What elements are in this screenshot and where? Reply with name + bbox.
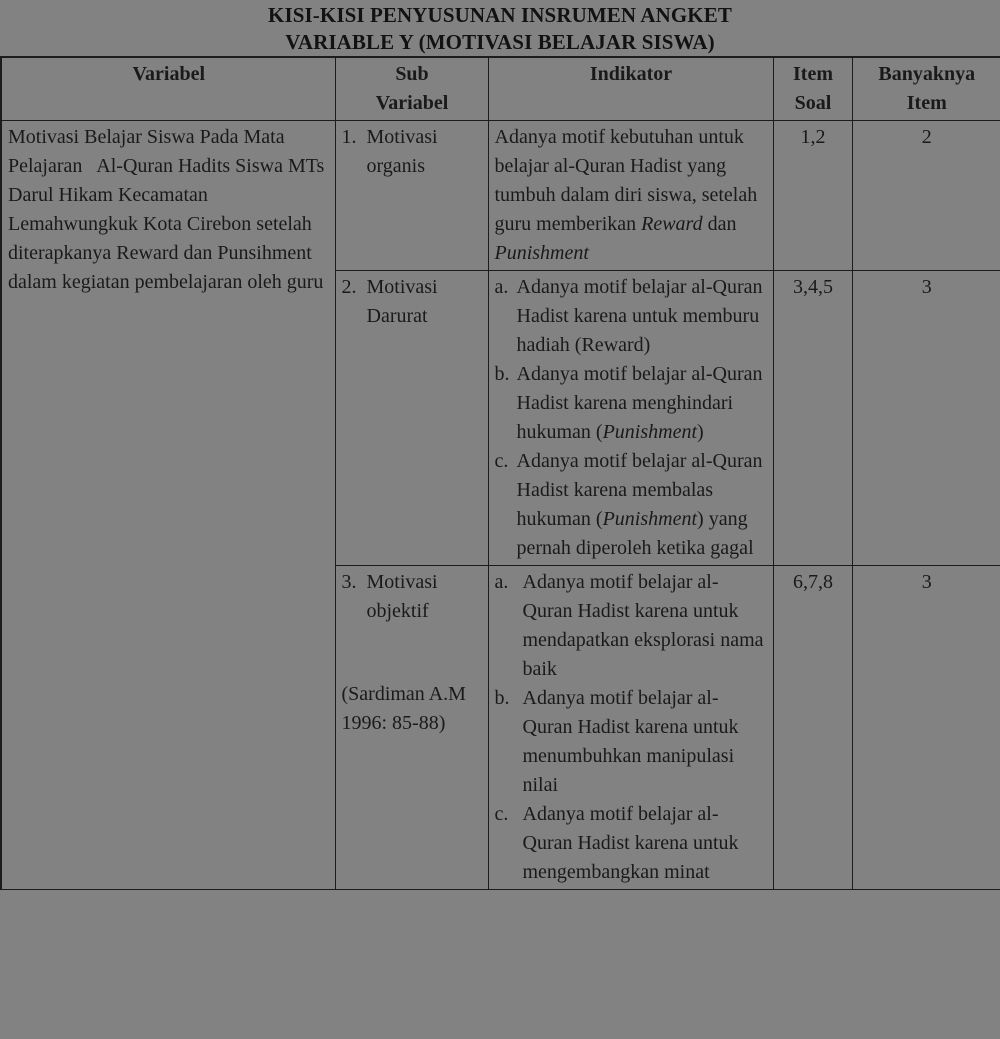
indikator-2-mark-b: b. — [494, 363, 510, 385]
indikator-2-b-emphasis: Punishment — [602, 421, 698, 443]
indikator-2-c-emphasis: Punishment — [602, 508, 698, 530]
sub-variabel-number-1: 1. — [341, 126, 357, 148]
cell-sub-variabel-1: 1. Motivasi organis — [334, 120, 489, 271]
cell-indikator-2: a. Adanya motif belajar al-Quran Hadist … — [487, 270, 774, 566]
page-title-line-1: KISI-KISI PENYUSUNAN INSRUMEN ANGKET — [268, 3, 732, 27]
column-header-indikator: Indikator — [487, 56, 774, 121]
indikator-2-mark-c: c. — [494, 450, 509, 472]
cell-indikator-3: a. Adanya motif belajar al-Quran Hadist … — [487, 565, 774, 890]
list-item: a. Adanya motif belajar al-Quran Hadist … — [495, 273, 768, 360]
cell-banyaknya-item-2: 3 — [851, 270, 1000, 566]
column-header-variabel: Variabel — [0, 56, 336, 121]
table-header: Variabel Sub Variabel Indikator Item Soa… — [0, 56, 1000, 121]
sub-variabel-label-2: Motivasi Darurat — [366, 276, 443, 327]
list-item: a. Adanya motif belajar al-Quran Hadist … — [495, 568, 768, 684]
sub-variabel-list-2: 2. Motivasi Darurat — [342, 273, 483, 331]
kisi-kisi-table: Variabel Sub Variabel Indikator Item Soa… — [0, 56, 1000, 890]
cell-banyaknya-item-3: 3 — [851, 565, 1000, 890]
table-header-row: Variabel Sub Variabel Indikator Item Soa… — [0, 56, 1000, 121]
table-body: Motivasi Belajar Siswa Pada Mata Pelajar… — [0, 120, 1000, 890]
indikator-2-mark-a: a. — [494, 276, 509, 298]
list-item: b. Adanya motif belajar al-Quran Hadist … — [495, 684, 768, 800]
cell-item-soal-3: 6,7,8 — [772, 565, 853, 890]
indikator-2-body-c: Adanya motif belajar al-Quran Hadist kar… — [517, 447, 768, 563]
cell-item-soal-1: 1,2 — [772, 120, 853, 271]
indikator-2-b-part-b: ) — [697, 421, 704, 443]
indikator-3-mark-b: b. — [494, 687, 510, 709]
column-header-item-soal: Item Soal — [772, 56, 853, 121]
indikator-2-body-a: Adanya motif belajar al-Quran Hadist kar… — [517, 273, 768, 360]
page-title: KISI-KISI PENYUSUNAN INSRUMEN ANGKET VAR… — [0, 0, 1000, 56]
indikator-1-part-b: dan — [702, 213, 742, 235]
cell-item-soal-2: 3,4,5 — [772, 270, 853, 566]
cell-variabel: Motivasi Belajar Siswa Pada Mata Pelajar… — [0, 120, 336, 890]
sub-variabel-list-1: 1. Motivasi organis — [342, 123, 483, 181]
sub-variabel-source-citation: (Sardiman A.M 1996: 85-88) — [341, 683, 471, 734]
cell-sub-variabel-2: 2. Motivasi Darurat — [334, 270, 489, 566]
indikator-2-a-part-a: Adanya motif belajar al-Quran Hadist kar… — [516, 276, 768, 356]
column-header-sub-variabel-line-2: Variabel — [375, 92, 449, 114]
sub-variabel-number-2: 2. — [341, 276, 357, 298]
column-header-item-soal-line-1: Item — [793, 63, 833, 85]
column-header-banyaknya-item: Banyaknya Item — [851, 56, 1000, 121]
sub-variabel-label-3: Motivasi objektif — [366, 571, 443, 622]
column-header-banyaknya-item-line-1: Banyaknya — [878, 63, 976, 85]
cell-sub-variabel-3: 3. Motivasi objektif (Sardiman A.M 1996:… — [334, 565, 489, 890]
list-item: 3. Motivasi objektif — [342, 568, 483, 626]
indikator-1-emphasis-punishment: Punishment — [494, 242, 589, 264]
indikator-3-body-b: Adanya motif belajar al-Quran Hadist kar… — [522, 687, 744, 796]
list-item: c. Adanya motif belajar al-Quran Hadist … — [495, 447, 768, 563]
column-header-item-soal-line-2: Soal — [794, 92, 832, 114]
table-row: Motivasi Belajar Siswa Pada Mata Pelajar… — [0, 120, 1000, 890]
indikator-list-2: a. Adanya motif belajar al-Quran Hadist … — [495, 273, 768, 563]
sub-variabel-list-3: 3. Motivasi objektif — [342, 568, 483, 626]
list-item: c. Adanya motif belajar al-Quran Hadist … — [495, 800, 768, 887]
variabel-text: Motivasi Belajar Siswa Pada Mata Pelajar… — [8, 126, 330, 293]
cell-indikator-1: Adanya motif kebutuhan untuk belajar al-… — [487, 120, 774, 271]
sub-variabel-label-1: Motivasi organis — [366, 126, 443, 177]
indikator-2-body-b: Adanya motif belajar al-Quran Hadist kar… — [517, 360, 768, 447]
indikator-3-mark-c: c. — [494, 803, 509, 825]
document-page: KISI-KISI PENYUSUNAN INSRUMEN ANGKET VAR… — [0, 0, 1000, 1039]
indikator-list-3: a. Adanya motif belajar al-Quran Hadist … — [495, 568, 768, 887]
cell-banyaknya-item-1: 2 — [851, 120, 1000, 271]
page-title-line-2: VARIABLE Y (MOTIVASI BELAJAR SISWA) — [285, 30, 715, 54]
sub-variabel-number-3: 3. — [341, 571, 357, 593]
indikator-text-1: Adanya motif kebutuhan untuk belajar al-… — [495, 123, 768, 268]
indikator-3-mark-a: a. — [494, 571, 509, 593]
column-header-banyaknya-item-line-2: Item — [906, 92, 947, 114]
indikator-1-emphasis-reward: Reward — [641, 213, 703, 235]
list-item: 1. Motivasi organis — [342, 123, 483, 181]
column-header-sub-variabel: Sub Variabel — [334, 56, 489, 121]
list-item: 2. Motivasi Darurat — [342, 273, 483, 331]
indikator-3-body-c: Adanya motif belajar al-Quran Hadist kar… — [522, 803, 744, 883]
list-item: b. Adanya motif belajar al-Quran Hadist … — [495, 360, 768, 447]
indikator-3-body-a: Adanya motif belajar al-Quran Hadist kar… — [522, 571, 769, 680]
column-header-sub-variabel-line-1: Sub — [395, 63, 429, 85]
